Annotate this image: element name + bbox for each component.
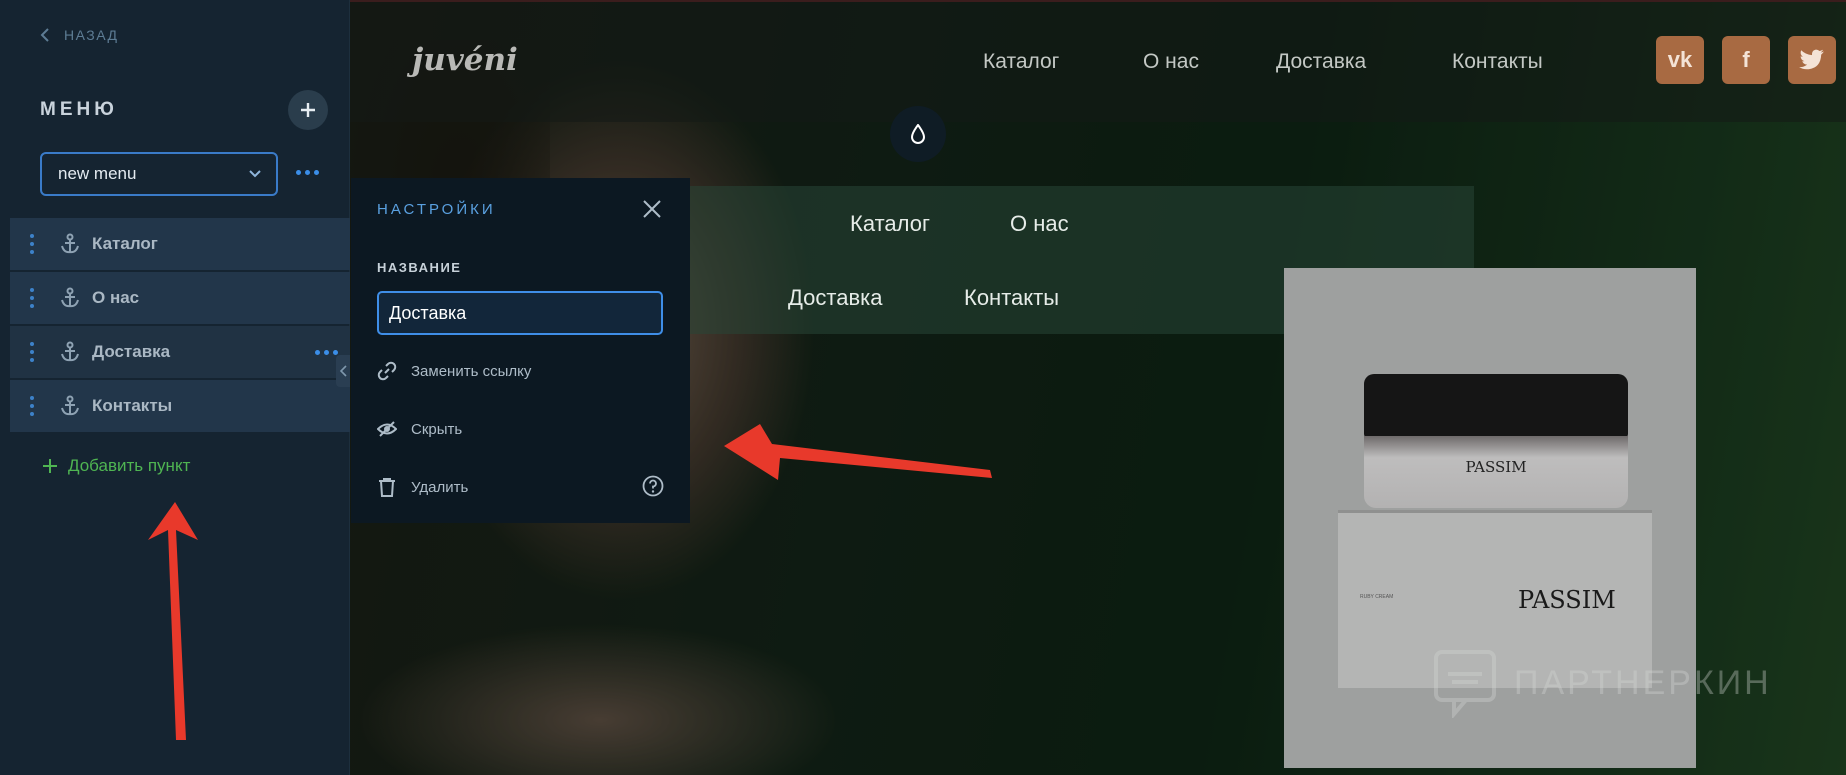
name-field-label: НАЗВАНИЕ: [377, 260, 462, 275]
twitter-icon: [1799, 49, 1824, 70]
facebook-icon: f: [1742, 47, 1750, 72]
menu-item-label: Доставка: [92, 342, 171, 361]
link-icon: [377, 361, 397, 381]
delete-button[interactable]: Удалить: [377, 477, 468, 497]
box-note-text: RUBY CREAM: [1360, 594, 1394, 600]
facebook-button[interactable]: f: [1722, 36, 1770, 84]
add-item-label: Добавить пункт: [68, 456, 191, 475]
chevron-left-icon: [40, 28, 49, 42]
anchor-icon: [61, 287, 79, 308]
drag-handle-icon[interactable]: [30, 396, 34, 416]
style-button[interactable]: [890, 106, 946, 162]
menu-item-about[interactable]: О нас: [10, 272, 350, 324]
plus-icon: [301, 103, 315, 117]
eye-hidden-icon: [377, 421, 397, 437]
top-border: [350, 0, 1846, 2]
settings-popup: НАСТРОЙКИ НАЗВАНИЕ Заменить ссылку Скрыт…: [351, 178, 690, 523]
menu-item-contacts[interactable]: Контакты: [10, 380, 350, 432]
add-item-button[interactable]: Добавить пункт: [42, 456, 190, 476]
site-logo[interactable]: juvéni: [412, 42, 518, 78]
help-icon[interactable]: [642, 475, 664, 497]
menu-item-catalog[interactable]: Каталог: [10, 218, 350, 270]
back-button[interactable]: НАЗАД: [40, 27, 119, 43]
nav-link-catalog[interactable]: Каталог: [983, 50, 1059, 74]
back-label: НАЗАД: [64, 27, 119, 43]
chevron-down-icon: [249, 170, 261, 178]
site-header: juvéni Каталог О нас Доставка Контакты v…: [350, 0, 1846, 122]
chevron-left-icon: [339, 365, 347, 377]
menu-item-label: Контакты: [92, 396, 173, 415]
menu-block-item[interactable]: Доставка: [788, 285, 882, 311]
close-icon[interactable]: [642, 199, 662, 219]
drag-handle-icon[interactable]: [30, 342, 34, 362]
watermark-text: ПАРТНЕРКИН: [1514, 663, 1772, 702]
menu-item-label: О нас: [92, 288, 140, 307]
settings-title: НАСТРОЙКИ: [377, 201, 496, 218]
nav-link-contacts[interactable]: Контакты: [1452, 50, 1543, 74]
menu-item-label: Каталог: [92, 234, 158, 253]
hide-button[interactable]: Скрыть: [377, 419, 462, 439]
menu-title: МЕНЮ: [40, 99, 118, 120]
vk-button[interactable]: vk: [1656, 36, 1704, 84]
jar-brand-text: PASSIM: [1465, 458, 1527, 476]
menu-sidebar: НАЗАД МЕНЮ new menu Каталог О нас Достав…: [0, 0, 350, 775]
delete-label: Удалить: [411, 478, 469, 496]
menu-block-item[interactable]: Каталог: [850, 211, 930, 237]
jar-lid: [1364, 374, 1628, 438]
menu-item-delivery[interactable]: Доставка: [10, 326, 350, 378]
menu-options-button[interactable]: [296, 170, 319, 175]
hide-label: Скрыть: [411, 420, 463, 438]
replace-link-button[interactable]: Заменить ссылку: [377, 361, 531, 381]
box-brand-text: PASSIM: [1518, 586, 1616, 614]
add-menu-button[interactable]: [288, 90, 328, 130]
menu-items-list: Каталог О нас Доставка Контакты: [10, 218, 350, 434]
item-options-button[interactable]: [315, 350, 338, 355]
menu-select[interactable]: new menu: [40, 152, 278, 196]
nav-link-delivery[interactable]: Доставка: [1276, 50, 1366, 74]
drop-icon: [910, 124, 926, 144]
collapse-popup-tab[interactable]: [336, 355, 350, 387]
menu-select-value: new menu: [58, 164, 137, 183]
anchor-icon: [61, 233, 79, 254]
twitter-button[interactable]: [1788, 36, 1836, 84]
replace-link-label: Заменить ссылку: [411, 362, 532, 380]
anchor-icon: [61, 341, 79, 362]
anchor-icon: [61, 395, 79, 416]
menu-block-item[interactable]: О нас: [1010, 211, 1069, 237]
watermark-icon: [1434, 650, 1496, 718]
drag-handle-icon[interactable]: [30, 234, 34, 254]
menu-block-item[interactable]: Контакты: [964, 285, 1059, 311]
drag-handle-icon[interactable]: [30, 288, 34, 308]
name-input[interactable]: [377, 291, 663, 335]
nav-link-about[interactable]: О нас: [1143, 50, 1199, 74]
plus-icon: [43, 459, 57, 473]
watermark: ПАРТНЕРКИН: [1432, 648, 1772, 718]
trash-icon: [379, 478, 395, 497]
vk-icon: vk: [1667, 47, 1693, 72]
